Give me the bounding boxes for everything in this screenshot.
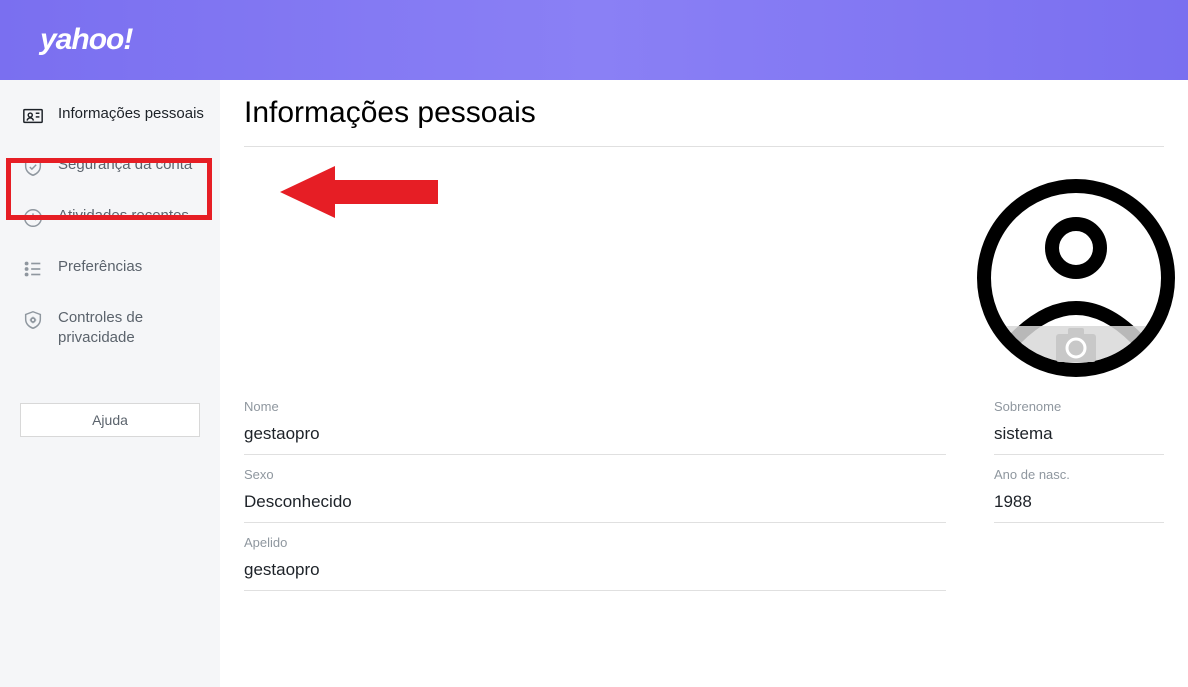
field-value: 1988 xyxy=(994,492,1164,512)
sidebar-item-personal-info[interactable]: Informações pessoais xyxy=(0,90,220,141)
divider xyxy=(244,146,1164,147)
field-label: Nome xyxy=(244,399,946,414)
main-content: Informações pessoais xyxy=(220,80,1188,687)
sidebar-item-label: Controles de privacidade xyxy=(58,308,206,349)
sidebar-item-preferences[interactable]: Preferências xyxy=(0,243,220,294)
help-button[interactable]: Ajuda xyxy=(20,403,200,437)
layout: Informações pessoais Segurança da conta … xyxy=(0,80,1188,687)
page-title: Informações pessoais xyxy=(244,96,1164,130)
sidebar-item-recent-activity[interactable]: Atividades recentes xyxy=(0,192,220,243)
annotation-arrow-icon xyxy=(280,162,440,222)
sidebar: Informações pessoais Segurança da conta … xyxy=(0,80,220,687)
field-birth-year[interactable]: Ano de nasc. 1988 xyxy=(994,455,1164,523)
field-value: sistema xyxy=(994,424,1164,444)
field-name[interactable]: Nome gestaopro xyxy=(244,387,946,455)
field-value: Desconhecido xyxy=(244,492,946,512)
fields-area: Nome gestaopro Sexo Desconhecido Apelido… xyxy=(244,387,1164,591)
profile-avatar[interactable] xyxy=(976,178,1176,378)
app-header: yahoo! xyxy=(0,0,1188,80)
sidebar-item-label: Informações pessoais xyxy=(58,104,206,124)
field-gender[interactable]: Sexo Desconhecido xyxy=(244,455,946,523)
yahoo-logo[interactable]: yahoo! xyxy=(40,23,132,57)
field-label: Ano de nasc. xyxy=(994,467,1164,482)
sidebar-item-label: Atividades recentes xyxy=(58,206,206,226)
fields-left-column: Nome gestaopro Sexo Desconhecido Apelido… xyxy=(244,387,946,591)
shield-gear-icon xyxy=(22,309,44,331)
field-value: gestaopro xyxy=(244,424,946,444)
field-label: Sexo xyxy=(244,467,946,482)
sidebar-item-privacy-controls[interactable]: Controles de privacidade xyxy=(0,294,220,363)
id-card-icon xyxy=(22,105,44,127)
field-nickname[interactable]: Apelido gestaopro xyxy=(244,523,946,591)
field-label: Apelido xyxy=(244,535,946,550)
preferences-list-icon xyxy=(22,258,44,280)
fields-right-column: Sobrenome sistema Ano de nasc. 1988 xyxy=(994,387,1164,591)
sidebar-item-label: Segurança da conta xyxy=(58,155,206,175)
shield-check-icon xyxy=(22,156,44,178)
field-label: Sobrenome xyxy=(994,399,1164,414)
sidebar-item-account-security[interactable]: Segurança da conta xyxy=(0,141,220,192)
field-value: gestaopro xyxy=(244,560,946,580)
clock-icon xyxy=(22,207,44,229)
field-surname[interactable]: Sobrenome sistema xyxy=(994,387,1164,455)
sidebar-item-label: Preferências xyxy=(58,257,206,277)
